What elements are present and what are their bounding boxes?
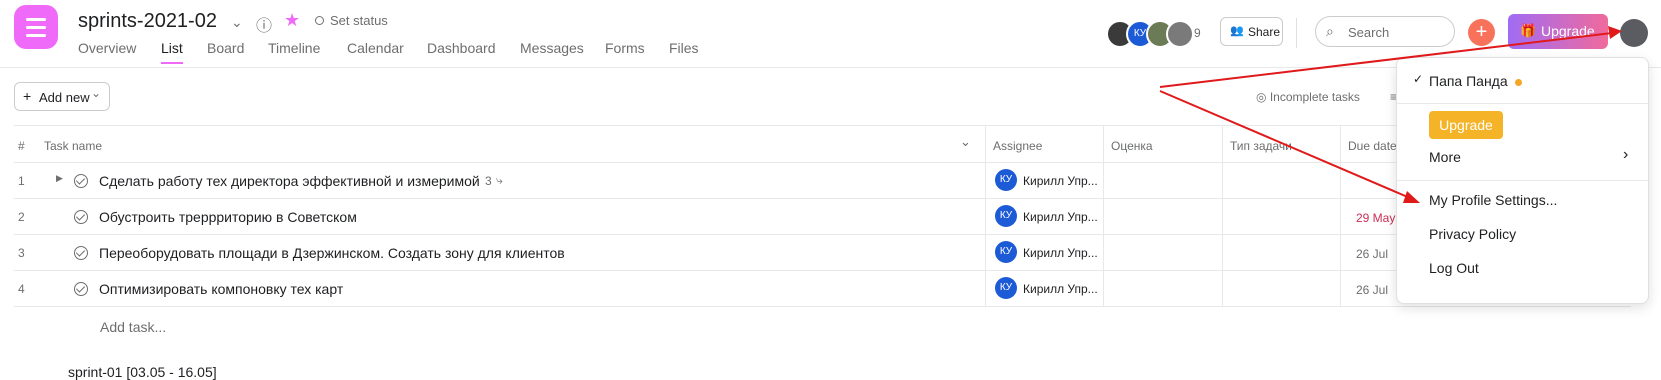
tab-overview[interactable]: Overview — [78, 40, 136, 56]
notification-dot — [1514, 79, 1522, 86]
due-date[interactable]: 26 Jul — [1356, 247, 1388, 261]
plus-icon: + — [23, 88, 32, 104]
assignee-name[interactable]: Кирилл Упр... — [1023, 282, 1098, 296]
share-label: Share — [1248, 25, 1281, 39]
due-date[interactable]: 26 Jul — [1356, 283, 1388, 297]
menu-divider — [1397, 103, 1648, 104]
share-button[interactable]: 👥 Share — [1220, 17, 1283, 46]
col-header-type[interactable]: Тип задачи — [1230, 139, 1292, 153]
menu-user-workspace[interactable]: Папа Панда — [1429, 73, 1522, 89]
col-header-number: # — [18, 139, 25, 153]
info-icon[interactable]: ⓘ — [256, 12, 272, 36]
tab-timeline[interactable]: Timeline — [268, 40, 320, 56]
assignee-avatar[interactable]: КУ — [995, 205, 1017, 227]
table-row-divider — [14, 198, 1631, 199]
add-task-button[interactable]: Add task... — [100, 319, 166, 335]
add-new-label: Add new — [39, 90, 90, 105]
subtask-count[interactable]: 3 — [485, 174, 492, 188]
incomplete-tasks-filter[interactable]: ◎ Incomplete tasks — [1256, 90, 1360, 104]
col-header-score[interactable]: Оценка — [1111, 139, 1153, 153]
menu-log-out[interactable]: Log Out — [1429, 260, 1479, 276]
chevron-right-icon: › — [1623, 146, 1629, 163]
menu-upgrade-button[interactable]: Upgrade — [1429, 111, 1503, 139]
menu-profile-settings[interactable]: My Profile Settings... — [1429, 192, 1557, 208]
tab-list[interactable]: List — [161, 40, 183, 56]
task-complete-checkbox[interactable] — [74, 246, 88, 260]
column-divider — [1222, 125, 1223, 306]
task-name[interactable]: Оптимизировать компоновку тех карт — [99, 281, 343, 297]
menu-divider — [1397, 180, 1648, 181]
member-avatar[interactable] — [1166, 20, 1194, 48]
menu-privacy-policy[interactable]: Privacy Policy — [1429, 226, 1516, 242]
tab-forms[interactable]: Forms — [605, 40, 645, 56]
set-status-button[interactable]: Set status — [330, 13, 388, 28]
due-date[interactable]: 29 May — [1356, 211, 1395, 225]
search-placeholder: Search — [1348, 25, 1390, 40]
row-number: 4 — [18, 282, 25, 296]
row-number: 2 — [18, 210, 25, 224]
tab-dashboard[interactable]: Dashboard — [427, 40, 496, 56]
search-icon: ⌕ — [1326, 23, 1334, 39]
checkmark-icon: ✓ — [1413, 72, 1424, 86]
table-row-divider — [14, 306, 1631, 307]
chevron-down-icon: ⌄ — [91, 86, 102, 100]
assignee-name[interactable]: Кирилл Упр... — [1023, 246, 1098, 260]
tab-calendar[interactable]: Calendar — [347, 40, 404, 56]
row-number: 1 — [18, 174, 25, 188]
active-tab-indicator — [161, 62, 183, 64]
col-header-task[interactable]: Task name — [44, 139, 102, 153]
task-name[interactable]: Обустроить треррриторию в Советском — [99, 209, 357, 225]
column-divider — [1103, 125, 1104, 306]
assignee-name[interactable]: Кирилл Упр... — [1023, 210, 1098, 224]
column-divider — [1340, 125, 1341, 306]
search-input[interactable]: ⌕ Search — [1315, 16, 1455, 47]
assignee-avatar[interactable]: КУ — [995, 277, 1017, 299]
project-title[interactable]: sprints-2021-02 — [78, 10, 217, 33]
profile-avatar[interactable] — [1620, 19, 1648, 47]
menu-more[interactable]: More — [1429, 149, 1461, 165]
quick-add-button[interactable]: + — [1468, 19, 1495, 46]
table-row-divider — [14, 234, 1631, 235]
upgrade-button[interactable]: 🎁 Upgrade — [1508, 14, 1608, 49]
expand-caret-icon[interactable]: ▶ — [56, 173, 63, 184]
tab-messages[interactable]: Messages — [520, 40, 584, 56]
assignee-avatar[interactable]: КУ — [995, 169, 1017, 191]
upgrade-label: Upgrade — [1541, 23, 1595, 39]
row-number: 3 — [18, 246, 25, 260]
task-complete-checkbox[interactable] — [74, 282, 88, 296]
table-row-divider — [14, 125, 1631, 126]
gift-icon: 🎁 — [1520, 23, 1537, 38]
task-complete-checkbox[interactable] — [74, 174, 88, 188]
tab-files[interactable]: Files — [669, 40, 699, 56]
people-icon: 👥 — [1230, 25, 1244, 37]
col-header-due[interactable]: Due date — [1348, 139, 1397, 153]
column-divider — [985, 125, 986, 306]
subtask-icon: ⤷ — [496, 173, 503, 187]
add-new-button[interactable]: + Add new ⌄ — [14, 82, 110, 111]
col-header-assignee[interactable]: Assignee — [993, 139, 1042, 153]
menu-user-name: Папа Панда — [1429, 73, 1508, 89]
status-dot-icon — [315, 16, 324, 25]
member-count[interactable]: 9 — [1194, 26, 1201, 40]
app-list-icon — [14, 5, 58, 49]
profile-menu: ✓ Папа Панда Upgrade More › My Profile S… — [1396, 57, 1649, 304]
table-row-divider — [14, 270, 1631, 271]
assignee-name[interactable]: Кирилл Упр... — [1023, 174, 1098, 188]
star-icon[interactable]: ★ — [284, 10, 300, 31]
task-name[interactable]: Сделать работу тех директора эффективной… — [99, 173, 480, 189]
task-complete-checkbox[interactable] — [74, 210, 88, 224]
incomplete-tasks-label: Incomplete tasks — [1269, 90, 1360, 104]
assignee-avatar[interactable]: КУ — [995, 241, 1017, 263]
header-separator — [1296, 18, 1297, 48]
check-circle-icon: ◎ — [1256, 90, 1267, 104]
next-section-title[interactable]: sprint-01 [03.05 - 16.05] — [68, 364, 217, 380]
task-name[interactable]: Переоборудовать площади в Дзержинском. С… — [99, 245, 565, 261]
chevron-down-icon[interactable]: ⌄ — [960, 134, 971, 150]
chevron-down-icon[interactable]: ⌄ — [231, 14, 243, 31]
table-row-divider — [14, 162, 1631, 163]
tab-board[interactable]: Board — [207, 40, 244, 56]
